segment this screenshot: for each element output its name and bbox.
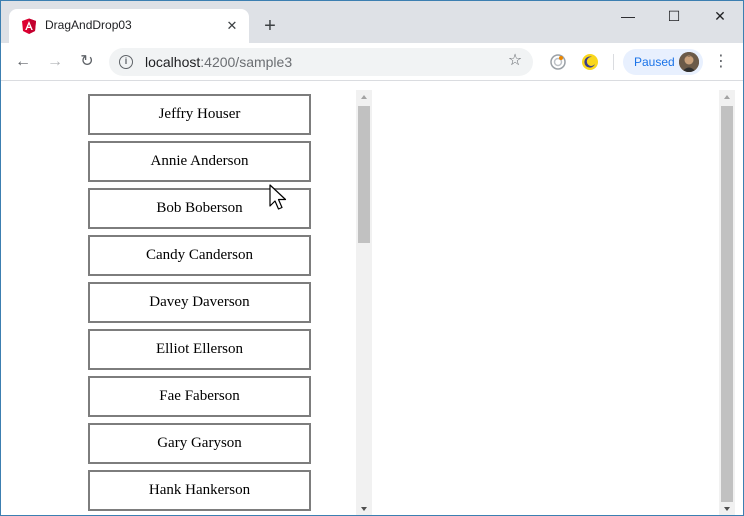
person-item[interactable]: Gary Garyson <box>88 423 311 464</box>
extension-target-icon[interactable] <box>549 53 567 71</box>
reload-button[interactable]: ↻ <box>75 50 99 74</box>
person-item[interactable]: Fae Faberson <box>88 376 311 417</box>
person-item[interactable]: Hank Hankerson <box>88 470 311 511</box>
new-tab-button[interactable]: + <box>259 15 281 37</box>
window-close-button[interactable]: ✕ <box>697 1 743 31</box>
person-item[interactable]: Elliot Ellerson <box>88 329 311 370</box>
scroll-down-arrow-icon[interactable] <box>356 502 372 515</box>
page-content: Jeffry Houser Annie Anderson Bob Boberso… <box>1 82 743 515</box>
drop-zone-scrollbar[interactable] <box>719 90 735 515</box>
back-button[interactable]: ← <box>11 50 35 74</box>
mouse-pointer-icon <box>269 184 287 210</box>
person-item[interactable]: Davey Daverson <box>88 282 311 323</box>
angular-icon <box>22 18 36 34</box>
person-item[interactable]: Annie Anderson <box>88 141 311 182</box>
avatar <box>679 52 699 72</box>
scroll-up-arrow-icon[interactable] <box>719 90 735 104</box>
url-path: :4200/sample3 <box>200 54 293 70</box>
scroll-down-arrow-icon[interactable] <box>719 502 735 515</box>
list-scrollbar[interactable] <box>356 90 372 515</box>
address-bar[interactable]: i localhost:4200/sample3 ☆ <box>109 48 533 76</box>
url-host: localhost <box>145 54 201 70</box>
toolbar-divider <box>613 54 614 70</box>
browser-toolbar: ← → ↻ i localhost:4200/sample3 ☆ Paused <box>1 43 743 81</box>
extension-moon-icon[interactable] <box>581 53 599 71</box>
tab-strip: DragAndDrop03 ✕ + — ☐ ✕ <box>1 1 743 43</box>
drop-zone-scrollbar-thumb[interactable] <box>721 106 733 502</box>
list-scrollbar-thumb[interactable] <box>358 106 370 243</box>
scroll-up-arrow-icon[interactable] <box>356 90 372 104</box>
person-item[interactable]: Jeffry Houser <box>88 94 311 135</box>
forward-button[interactable]: → <box>43 50 67 74</box>
browser-window: DragAndDrop03 ✕ + — ☐ ✕ ← → ↻ i localhos… <box>0 0 744 516</box>
info-icon[interactable]: i <box>119 55 133 69</box>
window-maximize-button[interactable]: ☐ <box>651 1 697 31</box>
person-item[interactable]: Candy Canderson <box>88 235 311 276</box>
bookmark-star-icon[interactable]: ☆ <box>505 51 525 71</box>
profile-paused-button[interactable]: Paused <box>623 49 703 75</box>
window-minimize-button[interactable]: — <box>605 1 651 31</box>
tab-active[interactable]: DragAndDrop03 ✕ <box>9 9 249 43</box>
paused-label: Paused <box>634 55 675 69</box>
tab-title: DragAndDrop03 <box>45 18 132 32</box>
people-list: Jeffry Houser Annie Anderson Bob Boberso… <box>1 82 371 515</box>
browser-menu-icon[interactable]: ⋮ <box>711 52 731 72</box>
url-text[interactable]: localhost:4200/sample3 <box>145 54 292 70</box>
tab-close-icon[interactable]: ✕ <box>223 17 241 35</box>
